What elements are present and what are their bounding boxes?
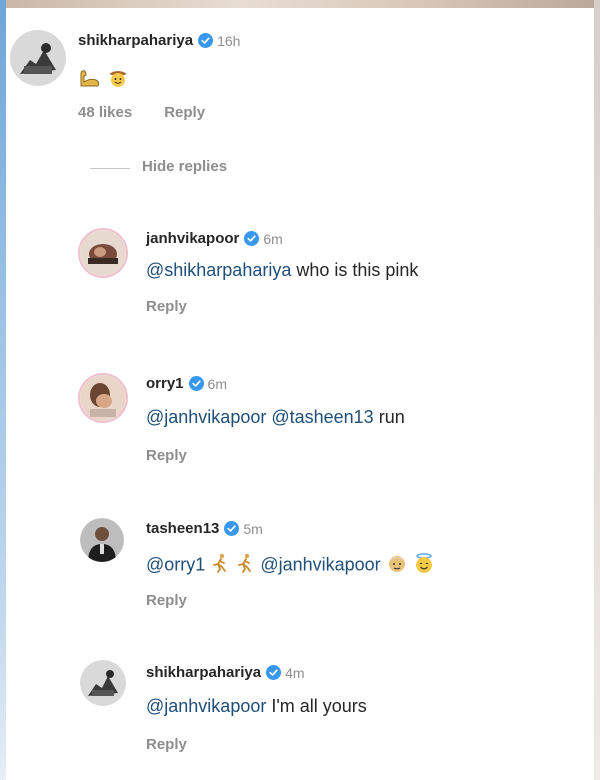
comment-header: orry1 6m	[146, 375, 227, 392]
verified-badge-icon	[266, 665, 282, 680]
avatar-image	[10, 30, 66, 86]
comment-actions: Reply	[146, 298, 219, 315]
comment-text	[78, 66, 129, 93]
person-running-emoji	[210, 553, 230, 578]
verified-badge-icon	[244, 231, 260, 246]
comment-text: @orry1 @janhvikapoor	[146, 552, 435, 579]
reply-button[interactable]: Reply	[146, 592, 187, 609]
reply-button[interactable]: Reply	[164, 104, 205, 121]
reply-comment: shikharpahariya 4m @janhvikapoor I'm all…	[6, 642, 594, 772]
reply-comment: janhvikapoor 6m @shikharpahariya who is …	[6, 208, 594, 328]
comment-header: janhvikapoor 6m	[146, 230, 283, 247]
verified-badge-icon	[198, 33, 214, 48]
reply-comment: tasheen13 5m @orry1 @janhvikapoor Reply	[6, 498, 594, 618]
comments-panel: shikharpahariya 16h 48 likes Reply Hide …	[6, 8, 594, 780]
mention-link[interactable]: @orry1	[146, 554, 205, 574]
reply-button[interactable]: Reply	[146, 447, 187, 464]
timestamp: 16h	[217, 32, 241, 49]
comment-text: @shikharpahariya who is this pink	[146, 260, 418, 281]
avatar[interactable]	[80, 660, 126, 706]
avatar-image	[80, 230, 126, 276]
reply-button[interactable]: Reply	[146, 298, 187, 315]
person-running-emoji	[235, 553, 255, 578]
comment-header: shikharpahariya 4m	[146, 664, 305, 681]
mention-link[interactable]: @janhvikapoor @tasheen13	[146, 407, 374, 427]
comment-actions: Reply	[146, 592, 219, 609]
timestamp: 6m	[207, 375, 227, 392]
hide-replies-button[interactable]: Hide replies	[142, 158, 227, 175]
hide-replies-divider	[90, 168, 130, 169]
timestamp: 4m	[285, 664, 305, 681]
reply-comment: orry1 6m @janhvikapoor @tasheen13 run Re…	[6, 353, 594, 473]
avatar-image	[80, 518, 124, 562]
comment-body: who is this pink	[291, 260, 419, 280]
timestamp: 5m	[243, 520, 263, 537]
comment-body: I'm all yours	[266, 696, 367, 716]
old-woman-emoji	[386, 552, 408, 579]
background-strip-right	[594, 0, 600, 780]
likes-count[interactable]: 48 likes	[78, 104, 132, 121]
timestamp: 6m	[263, 230, 283, 247]
cowboy-face-emoji	[107, 66, 129, 93]
username[interactable]: shikharpahariya	[78, 32, 193, 49]
comment-actions: 48 likes Reply	[78, 104, 237, 121]
comment-top-level: shikharpahariya 16h 48 likes Reply	[6, 8, 594, 128]
avatar-image	[80, 375, 126, 421]
username[interactable]: shikharpahariya	[146, 664, 261, 681]
background-strip-top	[0, 0, 600, 8]
verified-badge-icon	[188, 376, 204, 391]
comment-text: @janhvikapoor @tasheen13 run	[146, 407, 405, 428]
verified-badge-icon	[224, 521, 240, 536]
reply-button[interactable]: Reply	[146, 736, 187, 753]
comment-text: @janhvikapoor I'm all yours	[146, 696, 367, 717]
comment-body: run	[373, 407, 405, 427]
mention-link[interactable]: @janhvikapoor	[255, 554, 380, 574]
avatar-image	[80, 660, 126, 706]
avatar[interactable]	[80, 518, 124, 562]
comment-header: tasheen13 5m	[146, 520, 263, 537]
comment-actions: Reply	[146, 447, 219, 464]
comment-actions: Reply	[146, 736, 219, 753]
avatar[interactable]	[78, 373, 128, 423]
username[interactable]: janhvikapoor	[146, 230, 239, 247]
mention-link[interactable]: @janhvikapoor	[146, 696, 266, 716]
mention-link[interactable]: @shikharpahariya	[146, 260, 291, 280]
smiling-face-with-halo-emoji	[413, 552, 435, 579]
username[interactable]: orry1	[146, 375, 184, 392]
avatar[interactable]	[78, 228, 128, 278]
comment-header: shikharpahariya 16h	[78, 32, 240, 49]
avatar[interactable]	[10, 30, 66, 86]
flexed-biceps-emoji	[78, 66, 102, 93]
username[interactable]: tasheen13	[146, 520, 219, 537]
